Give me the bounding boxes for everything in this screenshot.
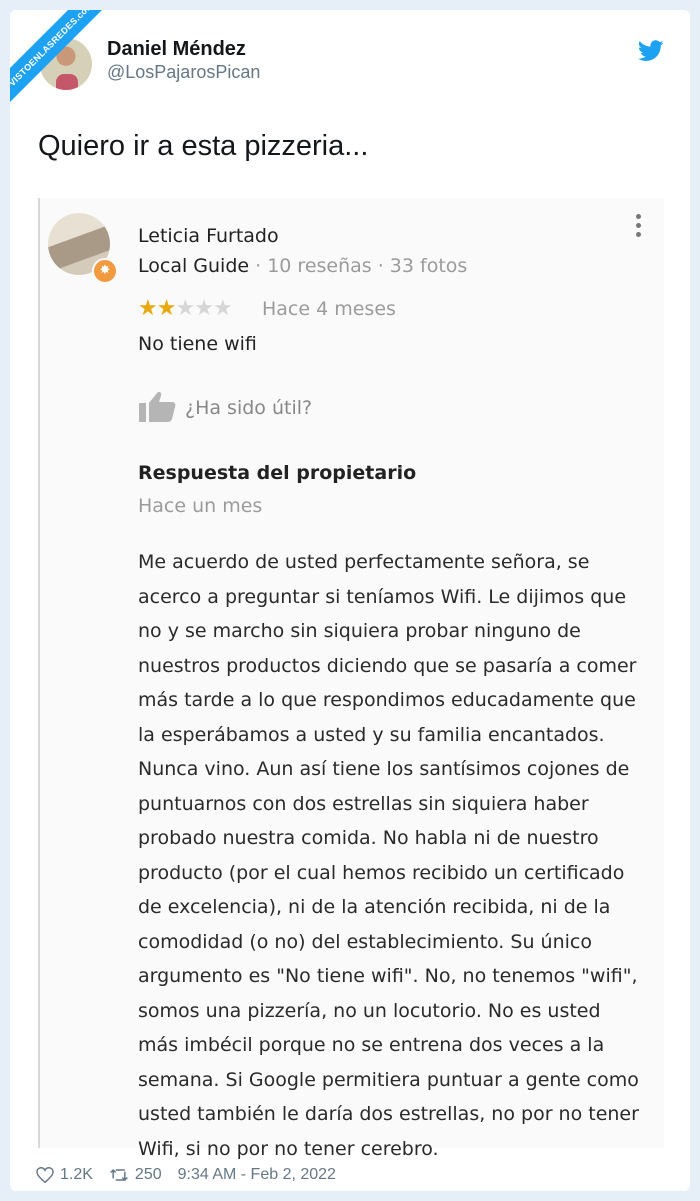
owner-response-time: Hace un mes (138, 495, 263, 517)
star-empty-icon: ★ (175, 296, 195, 321)
heart-icon[interactable] (36, 1167, 54, 1183)
owner-response-line: Wifi, si no por no tener cerebro. (138, 1137, 439, 1160)
owner-response-line: producto (por el cual hemos recibido un … (138, 861, 625, 884)
tweet-text: Quiero ir a esta pizzeria... (38, 130, 369, 162)
owner-response-line: Me acuerdo de usted perfectamente señora… (138, 551, 590, 573)
owner-response-line: nuestros productos diciendo que se pasar… (138, 654, 637, 677)
local-guide-badge-icon: ✸ (92, 258, 118, 284)
like-count[interactable]: 1.2K (60, 1166, 93, 1184)
owner-response-line: acerco a preguntar si teníamos Wifi. Le … (138, 585, 627, 608)
star-empty-icon: ★ (212, 296, 233, 321)
owner-response-line: de excelencia), ni de la atención recibi… (138, 896, 611, 918)
reviewer-stats: · 10 reseñas · 33 fotos (255, 255, 468, 277)
author-name[interactable]: Daniel Méndez (107, 38, 246, 61)
tweet-footer: 1.2K 250 9:34 AM - Feb 2, 2022 (36, 1166, 336, 1184)
star-rating: ★★★★★ (138, 296, 233, 321)
owner-response-line: la esperábamos a usted y su familia enca… (138, 723, 605, 746)
retweet-count[interactable]: 250 (135, 1166, 162, 1184)
owner-response-line: Nunca vino. Aun así tiene los santísimos… (138, 758, 630, 780)
tweet-card: VISTOENLASREDES.com Daniel Méndez @LosPa… (10, 10, 690, 1191)
review-text: No tiene wifi (138, 333, 257, 355)
reviewer-level: Local Guide (138, 255, 250, 277)
owner-response-line: más tarde a lo que respondimos educadame… (138, 689, 636, 711)
helpful-label: ¿Ha sido útil? (185, 397, 313, 419)
owner-response-line: argumento es "No tiene wifi". No, no ten… (138, 965, 638, 987)
owner-response-line: semana. Si Google permitiera puntuar a g… (138, 1068, 639, 1091)
star-filled-icon: ★ (138, 296, 158, 321)
tweet-timestamp[interactable]: 9:34 AM - Feb 2, 2022 (178, 1166, 336, 1184)
owner-response-line: probado nuestra comida. No habla ni de n… (138, 827, 599, 849)
star-filled-icon: ★ (156, 296, 177, 321)
owner-response-line: no y se marcho sin siquiera probar ningu… (138, 620, 581, 642)
review-time: Hace 4 meses (262, 298, 396, 320)
reviewer-name: Leticia Furtado (138, 225, 279, 247)
review-screenshot: ✸ Leticia Furtado Local Guide · 10 reseñ… (38, 198, 664, 1160)
owner-response-text: Me acuerdo de usted perfectamente señora… (138, 545, 648, 1166)
owner-response-line: más imbécil porque no se entrena dos vec… (138, 1034, 605, 1056)
owner-response-title: Respuesta del propietario (138, 462, 417, 484)
reviewer-meta: Local Guide · 10 reseñas · 33 fotos (138, 255, 467, 277)
thumbs-up-icon (139, 392, 176, 422)
star-empty-icon: ★ (194, 296, 214, 321)
owner-response-line: comodidad (o no) del establecimiento. Su… (138, 930, 592, 953)
retweet-icon[interactable] (109, 1167, 129, 1183)
twitter-bird-icon[interactable] (638, 40, 664, 62)
owner-response-line: somos una pizzería, no un locutorio. No … (138, 999, 601, 1022)
author-handle[interactable]: @LosPajarosPican (107, 62, 260, 83)
owner-response-line: puntuarnos con dos estrellas sin siquier… (138, 792, 589, 815)
owner-response-line: usted también le daría dos estrellas, no… (138, 1103, 639, 1125)
more-options-icon (634, 214, 642, 240)
